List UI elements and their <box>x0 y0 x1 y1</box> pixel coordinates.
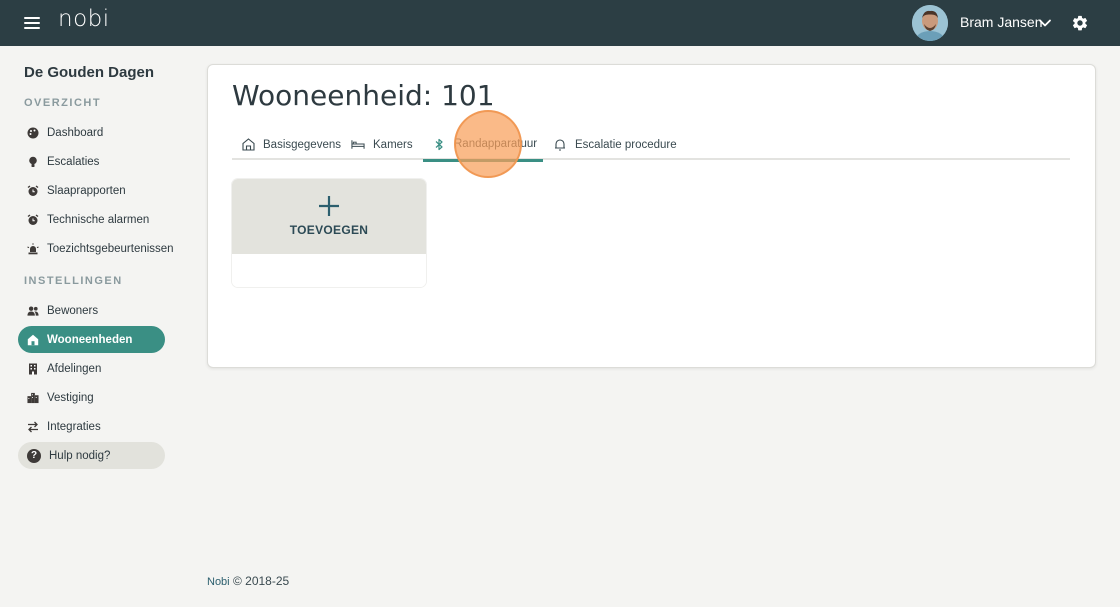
tab-label: Randapparatuur <box>454 138 538 150</box>
bell-icon <box>553 138 567 152</box>
sidebar-item-label: Integraties <box>47 420 101 433</box>
sidebar-item-escalaties[interactable]: Escalaties <box>18 148 165 175</box>
menu-icon[interactable] <box>24 14 40 32</box>
sidebar-item-label: Dashboard <box>47 126 104 139</box>
tab-label: Escalatie procedure <box>575 138 677 151</box>
avatar[interactable] <box>912 5 948 41</box>
sidebar-item-vestiging[interactable]: Vestiging <box>18 384 165 411</box>
footer-brand[interactable]: Nobi <box>207 576 230 588</box>
add-device-card[interactable]: TOEVOEGEN <box>232 179 426 287</box>
sidebar-item-label: Slaaprapporten <box>47 184 126 197</box>
user-name[interactable]: Bram Jansen <box>960 14 1042 30</box>
sidebar-item-technische-alarmen[interactable]: Technische alarmen <box>18 206 165 233</box>
overview-section-label: OVERZICHT <box>24 97 102 109</box>
home-icon <box>27 334 39 346</box>
help-icon: ? <box>27 448 41 463</box>
house-outline-icon <box>241 138 255 152</box>
sidebar-item-afdelingen[interactable]: Afdelingen <box>18 355 165 382</box>
sidebar-item-wooneenheden[interactable]: Wooneenheden <box>18 326 165 353</box>
alarm-clock-icon <box>27 184 39 197</box>
users-icon <box>27 305 39 317</box>
sidebar-item-dashboard[interactable]: Dashboard <box>18 119 165 146</box>
sidebar-item-label: Wooneenheden <box>47 333 133 346</box>
sidebar-item-slaaprapporten[interactable]: Slaaprapporten <box>18 177 165 204</box>
tab-basisgegevens[interactable]: Basisgegevens <box>241 129 341 160</box>
lightbulb-icon <box>27 156 39 168</box>
sidebar-item-integraties[interactable]: Integraties <box>18 413 165 440</box>
sidebar-item-label: Escalaties <box>47 155 100 168</box>
city-icon <box>27 392 39 404</box>
chevron-down-icon[interactable] <box>1038 16 1052 30</box>
swap-arrows-icon <box>27 421 39 433</box>
sidebar-item-label: Technische alarmen <box>47 213 150 226</box>
settings-section-label: INSTELLINGEN <box>24 275 123 287</box>
alarm-clock-icon <box>27 213 39 226</box>
help-label: Hulp nodig? <box>49 449 111 462</box>
tab-escalatie-procedure[interactable]: Escalatie procedure <box>553 129 677 160</box>
tab-randapparatuur[interactable]: Randapparatuur <box>423 129 544 162</box>
footer: Nobi © 2018-25 <box>207 574 289 588</box>
main-card: Wooneenheid: 101 Basisgegevens Kamers Ra… <box>207 64 1096 368</box>
plus-icon <box>319 196 339 216</box>
tab-bar: Basisgegevens Kamers Randapparatuur Esca… <box>232 129 1070 162</box>
gear-icon[interactable] <box>1071 14 1089 32</box>
tab-label: Basisgegevens <box>263 138 341 151</box>
add-card-top: TOEVOEGEN <box>232 179 426 254</box>
sidebar-item-label: Afdelingen <box>47 362 102 375</box>
bluetooth-icon <box>432 137 446 151</box>
tab-kamers[interactable]: Kamers <box>351 129 413 160</box>
sidebar-item-label: Vestiging <box>47 391 94 404</box>
building-icon <box>27 363 39 375</box>
bed-icon <box>351 138 365 152</box>
add-card-bottom <box>232 254 426 287</box>
sidebar-item-toezichtsgebeurtenissen[interactable]: Toezichtsgebeurtenissen <box>18 235 174 262</box>
sidebar-item-label: Bewoners <box>47 304 99 317</box>
palette-icon <box>27 127 39 139</box>
add-button-label: TOEVOEGEN <box>289 223 369 237</box>
top-bar: nobi Bram Jansen <box>0 0 1120 46</box>
help-button[interactable]: ? Hulp nodig? <box>18 442 165 469</box>
page-title: Wooneenheid: 101 <box>232 79 495 112</box>
siren-icon <box>27 242 39 255</box>
footer-copyright: © 2018-25 <box>232 574 290 588</box>
app-logo[interactable]: nobi <box>58 6 110 32</box>
tab-label: Kamers <box>373 138 413 151</box>
sidebar-item-bewoners[interactable]: Bewoners <box>18 297 165 324</box>
sidebar-item-label: Toezichtsgebeurtenissen <box>47 242 174 255</box>
organization-name: De Gouden Dagen <box>24 64 155 81</box>
